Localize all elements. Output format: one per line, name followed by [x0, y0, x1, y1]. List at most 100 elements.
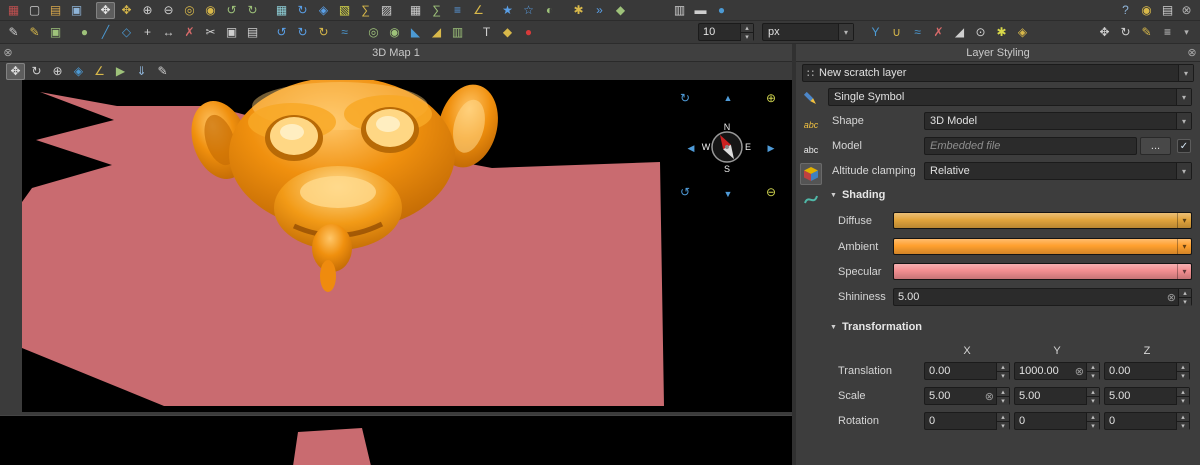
zoom-full-icon[interactable]: ◎ [180, 2, 199, 19]
spin-up-icon[interactable]: ▴ [997, 363, 1009, 371]
digitize-line-icon[interactable]: ╱ [96, 24, 115, 41]
help-icon[interactable]: ? [1116, 2, 1135, 19]
open-attribute-table-icon[interactable]: ▦ [406, 2, 425, 19]
refresh-map-icon[interactable]: ↻ [293, 2, 312, 19]
delete-vertex-icon[interactable]: ✗ [929, 24, 948, 41]
temporal-controller-icon[interactable]: ◐ [540, 2, 559, 19]
map2d-canvas[interactable] [0, 415, 792, 465]
stroke-unit-select[interactable]: px ▾ [762, 23, 854, 41]
style-manager-icon[interactable]: ▥ [670, 2, 689, 19]
spin-up-icon[interactable]: ▴ [1177, 413, 1189, 421]
open-data-source-icon[interactable]: ▦ [4, 2, 23, 19]
zoom-out-icon[interactable]: ⊖ [762, 184, 780, 200]
identify-icon[interactable]: ◈ [69, 63, 88, 80]
pan-map-icon[interactable]: ✥ [96, 2, 115, 19]
camera-pan-icon[interactable]: ✥ [6, 63, 25, 80]
field-calculator-icon[interactable]: ∑ [427, 2, 446, 19]
spin-down-icon[interactable]: ▾ [741, 32, 753, 41]
shading-group-header[interactable]: ▼ Shading [830, 189, 885, 201]
move-label-icon[interactable]: ✥ [1095, 24, 1114, 41]
message-log-icon[interactable]: ▤ [1158, 2, 1177, 19]
add-part-icon[interactable]: ◉ [385, 24, 404, 41]
rotate-feature-icon[interactable]: ↻ [314, 24, 333, 41]
toolbar-overflow-icon[interactable]: ▾ [1177, 24, 1196, 41]
spin-up-icon[interactable]: ▴ [1177, 363, 1189, 371]
camera-orbit-icon[interactable]: ↻ [27, 63, 46, 80]
undo-icon[interactable]: ↺ [272, 24, 291, 41]
digitize-point-icon[interactable]: ● [75, 24, 94, 41]
spin-down-icon[interactable]: ▾ [997, 421, 1009, 430]
pan-to-selection-icon[interactable]: ✥ [117, 2, 136, 19]
delete-selected-icon[interactable]: ✗ [180, 24, 199, 41]
map-dock-close-icon[interactable]: ⊗ [0, 46, 16, 59]
pin-labels-icon[interactable]: ◈ [1013, 24, 1032, 41]
select-by-expression-icon[interactable]: ∑ [356, 2, 375, 19]
layer-select[interactable]: ∷ New scratch layer ▾ [802, 64, 1194, 82]
python-console-icon[interactable]: » [590, 2, 609, 19]
zoom-to-selection-icon[interactable]: ◉ [201, 2, 220, 19]
metasearch-icon[interactable]: ● [712, 2, 731, 19]
zoom-next-icon[interactable]: ↻ [243, 2, 262, 19]
measure-line-icon[interactable]: ∠ [469, 2, 488, 19]
compass[interactable]: N S W E [699, 119, 755, 175]
scale-y-spinbox[interactable]: 5.00 ⊗ ▴ ▾ [1014, 387, 1100, 405]
rotate-label-icon[interactable]: ↻ [1116, 24, 1135, 41]
save-project-icon[interactable]: ▣ [67, 2, 86, 19]
specular-color-button[interactable]: ▾ [893, 263, 1192, 280]
redo-icon[interactable]: ↻ [293, 24, 312, 41]
model-file-input[interactable]: Embedded file [924, 137, 1137, 155]
measure-line-icon[interactable]: ∠ [90, 63, 109, 80]
browse-model-button[interactable]: ... [1140, 137, 1171, 155]
zoom-to-feature-icon[interactable]: ⊙ [971, 24, 990, 41]
add-ring-icon[interactable]: ◎ [364, 24, 383, 41]
move-up-icon[interactable]: ▲ [719, 90, 737, 106]
open-project-icon[interactable]: ▤ [46, 2, 65, 19]
copy-features-icon[interactable]: ▣ [222, 24, 241, 41]
merge-features-icon[interactable]: ▥ [448, 24, 467, 41]
layout-manager-icon[interactable]: ▬ [691, 2, 710, 19]
configure-icon[interactable]: ✎ [153, 63, 172, 80]
save-as-image-icon[interactable]: ⇓ [132, 63, 151, 80]
tracing-icon[interactable]: ≈ [908, 24, 927, 41]
statistical-summary-icon[interactable]: ≡ [448, 2, 467, 19]
deselect-all-icon[interactable]: ▨ [377, 2, 396, 19]
digitize-polygon-icon[interactable]: ◇ [117, 24, 136, 41]
rotation-y-spinbox[interactable]: 0 ⊗ ▴ ▾ [1014, 412, 1100, 430]
toggle-editing-icon[interactable]: ✎ [25, 24, 44, 41]
digitize-with-curve-icon[interactable]: ● [519, 24, 538, 41]
spin-up-icon[interactable]: ▴ [997, 413, 1009, 421]
spin-down-icon[interactable]: ▾ [997, 371, 1009, 380]
spin-down-icon[interactable]: ▾ [1177, 421, 1189, 430]
tab-symbology[interactable] [800, 88, 822, 110]
spin-down-icon[interactable]: ▾ [1177, 396, 1189, 405]
paste-features-icon[interactable]: ▤ [243, 24, 262, 41]
transformation-group-header[interactable]: ▼ Transformation [830, 321, 922, 333]
spin-down-icon[interactable]: ▾ [1087, 371, 1099, 380]
save-layer-edits-icon[interactable]: ▣ [46, 24, 65, 41]
change-label-icon[interactable]: ✎ [1137, 24, 1156, 41]
spin-up-icon[interactable]: ▴ [741, 24, 753, 32]
tab-3d-view[interactable] [800, 163, 822, 185]
altitude-clamping-select[interactable]: Relative ▾ [924, 162, 1192, 180]
tilt-up-icon[interactable]: ↻ [676, 90, 694, 106]
marker-annotation-icon[interactable]: ◆ [498, 24, 517, 41]
diffuse-color-button[interactable]: ▾ [893, 212, 1192, 229]
move-left-icon[interactable]: ◀ [682, 140, 700, 156]
tab-history[interactable] [800, 188, 822, 210]
tab-callouts[interactable]: abc [800, 138, 822, 160]
zoom-in-icon[interactable]: ⊕ [48, 63, 67, 80]
simplify-feature-icon[interactable]: ≈ [335, 24, 354, 41]
translation-y-spinbox[interactable]: 1000.00 ⊗ ▴ ▾ [1014, 362, 1100, 380]
move-right-icon[interactable]: ▶ [762, 140, 780, 156]
user-profile-icon[interactable]: ◉ [1137, 2, 1156, 19]
vertex-tool-icon[interactable]: + [138, 24, 157, 41]
zoom-out-icon[interactable]: ⊖ [159, 2, 178, 19]
spin-up-icon[interactable]: ▴ [1087, 363, 1099, 371]
ambient-color-button[interactable]: ▾ [893, 238, 1192, 255]
rotation-z-spinbox[interactable]: 0 ⊗ ▴ ▾ [1104, 412, 1190, 430]
shape-select[interactable]: 3D Model ▾ [924, 112, 1192, 130]
cut-features-icon[interactable]: ✂ [201, 24, 220, 41]
snapping-icon[interactable]: ∪ [887, 24, 906, 41]
processing-toolbox-icon[interactable]: ✱ [569, 2, 588, 19]
identify-features-icon[interactable]: ◈ [314, 2, 333, 19]
